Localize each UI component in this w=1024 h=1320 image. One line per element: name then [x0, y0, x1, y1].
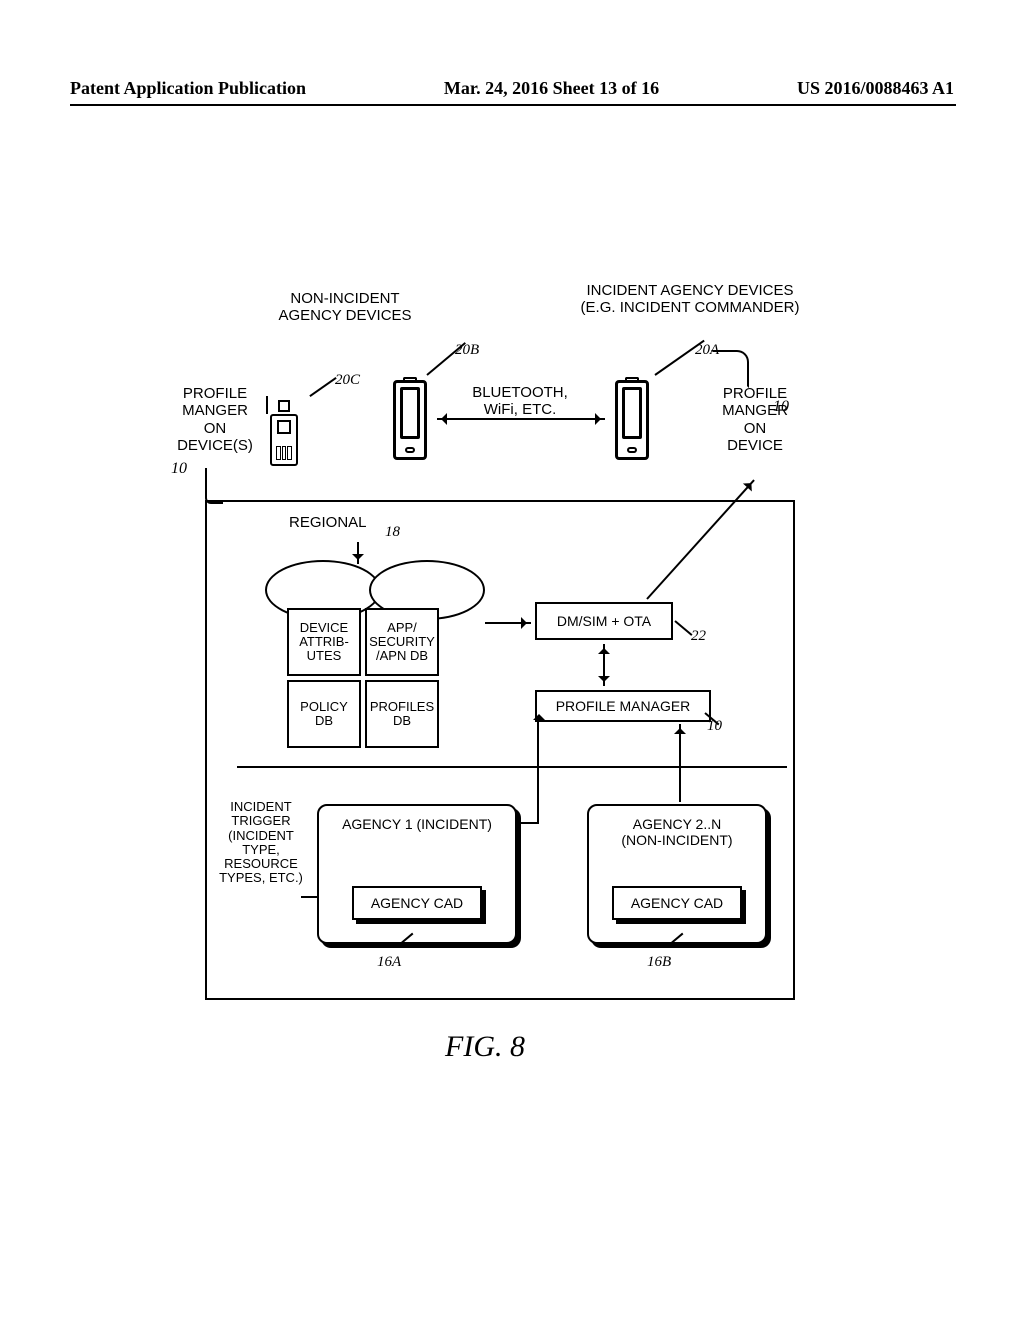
- lead-22: [674, 620, 692, 636]
- label-agency-2n: AGENCY 2..N (NON-INCIDENT): [589, 816, 765, 848]
- db-app-security-apn: APP/ SECURITY /APN DB: [365, 608, 439, 676]
- header-left: Patent Application Publication: [70, 78, 306, 99]
- ref-20c: 20C: [335, 372, 360, 389]
- box-agency-1: AGENCY 1 (INCIDENT) AGENCY CAD: [317, 804, 517, 944]
- tier-divider: [237, 766, 787, 768]
- hook-10-left: [205, 468, 223, 504]
- lead-20c: [309, 377, 336, 397]
- ref-10-left: 10: [171, 460, 187, 478]
- db-profiles: PROFILES DB: [365, 680, 439, 748]
- regional-db-cluster: DEVICE ATTRIB- UTES APP/ SECURITY /APN D…: [265, 560, 485, 720]
- label-bluetooth-wifi: BLUETOOTH, WiFi, ETC.: [445, 385, 595, 418]
- system-frame: REGIONAL 18 DEVICE ATTRIB- UTES APP/ SEC…: [205, 500, 795, 1000]
- arrowhead-ag1-to-pm: [533, 708, 545, 720]
- box-agency-2n: AGENCY 2..N (NON-INCIDENT) AGENCY CAD: [587, 804, 767, 944]
- label-agency-1: AGENCY 1 (INCIDENT): [319, 816, 515, 832]
- conn-ag1-out-v: [537, 722, 539, 824]
- conn-ag2-to-pm: [679, 724, 681, 802]
- ref-16b: 16B: [647, 954, 671, 971]
- label-profile-manager-on-devices: PROFILE MANGER ON DEVICE(S): [175, 385, 255, 454]
- header-rule: [70, 104, 956, 106]
- db-policy: POLICY DB: [287, 680, 361, 748]
- arrow-cloud-to-dmsim: [485, 622, 531, 624]
- label-profile-manager-on-device: PROFILE MANGER ON DEVICE: [715, 385, 795, 454]
- box-agency-2-cad: AGENCY CAD: [612, 886, 742, 920]
- phone-20a-icon: [615, 380, 649, 460]
- label-non-incident-devices: NON-INCIDENT AGENCY DEVICES: [275, 290, 415, 325]
- header-right: US 2016/0088463 A1: [797, 78, 954, 99]
- box-dmsim-ota: DM/SIM + OTA: [535, 602, 673, 640]
- hook-10-right: [711, 350, 749, 388]
- device-row: PROFILE MANGER ON DEVICE(S) 10 20C 20B B…: [175, 360, 795, 500]
- phone-20b-icon: [393, 380, 427, 460]
- label-incident-trigger: INCIDENT TRIGGER (INCIDENT TYPE, RESOURC…: [215, 800, 307, 886]
- box-agency-1-cad: AGENCY CAD: [352, 886, 482, 920]
- ref-22: 22: [691, 628, 706, 645]
- label-regional: REGIONAL: [289, 514, 367, 531]
- figure-caption: FIG. 8: [175, 1030, 795, 1064]
- arrow-dmsim-pm: [603, 644, 605, 686]
- arrow-device-to-device: [437, 418, 605, 420]
- conn-ag1-out-h: [517, 822, 539, 824]
- label-incident-devices: INCIDENT AGENCY DEVICES (E.G. INCIDENT C…: [565, 282, 815, 317]
- ref-18: 18: [385, 524, 400, 541]
- box-profile-manager: PROFILE MANAGER: [535, 690, 711, 722]
- header-center: Mar. 24, 2016 Sheet 13 of 16: [444, 78, 659, 99]
- ref-20b: 20B: [455, 342, 479, 359]
- ref-16a: 16A: [377, 954, 401, 971]
- radio-device-icon: [260, 400, 298, 468]
- db-device-attributes: DEVICE ATTRIB- UTES: [287, 608, 361, 676]
